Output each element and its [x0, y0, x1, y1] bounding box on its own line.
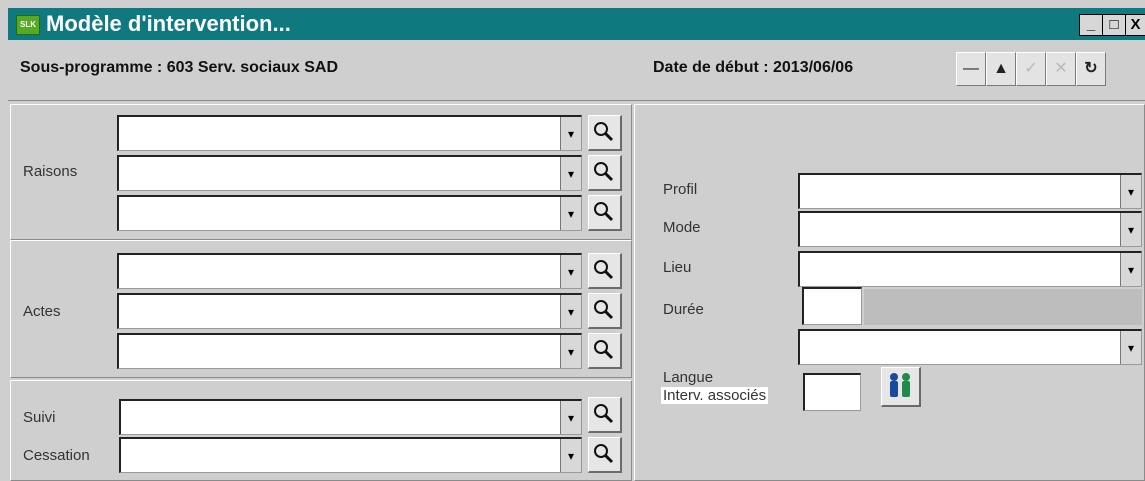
search-button[interactable] [588, 115, 622, 151]
move-up-button[interactable]: ▲ [986, 52, 1016, 86]
raisons-label: Raisons [23, 163, 78, 180]
app-icon: SLK [16, 15, 40, 35]
x-icon: ✕ [1054, 60, 1068, 77]
start-date-text: Date de début : 2013/06/06 [653, 59, 854, 76]
search-button[interactable] [588, 253, 622, 289]
dropdown-arrow-icon[interactable]: ▾ [560, 295, 581, 328]
raisons-panel: Raisons ▾ ▾ ▾ [10, 104, 632, 240]
interv-associes-label: Interv. associés [661, 387, 769, 404]
dropdown-arrow-icon[interactable]: ▾ [1120, 253, 1141, 286]
profil-label: Profil [663, 181, 698, 198]
header-strip: Sous-programme : 603 Serv. sociaux SAD D… [8, 40, 1145, 101]
langue-label: Langue [663, 369, 714, 386]
title-bar[interactable]: SLK Modèle d'intervention... _ □ X [8, 8, 1145, 40]
subprogram-text: Sous-programme : 603 Serv. sociaux SAD [20, 59, 339, 76]
interv-associes-button[interactable] [881, 367, 921, 407]
search-button[interactable] [588, 155, 622, 191]
search-button[interactable] [588, 293, 622, 329]
interv-associes-field[interactable] [803, 373, 861, 411]
dropdown-arrow-icon[interactable]: ▾ [560, 117, 581, 150]
refresh-icon: ↻ [1084, 60, 1098, 77]
dropdown-arrow-icon[interactable]: ▾ [560, 255, 581, 288]
details-panel: Profil Mode Lieu Durée Langue Interv. as… [634, 104, 1145, 481]
mode-label: Mode [663, 219, 701, 236]
duree-disabled-area [864, 289, 1142, 325]
actes-panel: Actes ▾ ▾ ▾ [10, 240, 632, 378]
suivi-combo[interactable]: ▾ [119, 399, 582, 435]
suivi-panel: Suivi Cessation ▾ ▾ [10, 380, 632, 481]
magnifier-icon [594, 122, 614, 142]
actes-combo-2[interactable]: ▾ [117, 293, 582, 329]
magnifier-icon [594, 404, 614, 424]
actes-combo-3[interactable]: ▾ [117, 333, 582, 369]
dropdown-arrow-icon[interactable]: ▾ [1120, 331, 1141, 364]
search-button[interactable] [588, 397, 622, 433]
magnifier-icon [594, 162, 614, 182]
search-button[interactable] [588, 437, 622, 473]
actes-label: Actes [23, 303, 61, 320]
actes-combo-1[interactable]: ▾ [117, 253, 582, 289]
close-button[interactable]: X [1125, 14, 1145, 36]
duree-label: Durée [663, 301, 704, 318]
search-button[interactable] [588, 195, 622, 231]
dropdown-arrow-icon[interactable]: ▾ [560, 439, 581, 472]
window-title: Modèle d'intervention... [46, 11, 291, 36]
lieu-combo[interactable]: ▾ [798, 251, 1142, 287]
magnifier-icon [594, 340, 614, 360]
lieu-label: Lieu [663, 259, 692, 276]
raisons-combo-2[interactable]: ▾ [117, 155, 582, 191]
people-icon [890, 373, 910, 397]
dropdown-arrow-icon[interactable]: ▾ [560, 335, 581, 368]
profil-combo[interactable]: ▾ [798, 173, 1142, 209]
check-icon: ✓ [1024, 60, 1038, 77]
search-button[interactable] [588, 333, 622, 369]
mode-combo[interactable]: ▾ [798, 211, 1142, 247]
raisons-combo-3[interactable]: ▾ [117, 195, 582, 231]
confirm-button[interactable]: ✓ [1016, 52, 1046, 86]
duree-field[interactable] [802, 287, 862, 325]
dropdown-arrow-icon[interactable]: ▾ [1120, 175, 1141, 208]
dropdown-arrow-icon[interactable]: ▾ [560, 197, 581, 230]
cessation-combo[interactable]: ▾ [119, 437, 582, 473]
dropdown-arrow-icon[interactable]: ▾ [560, 157, 581, 190]
refresh-button[interactable]: ↻ [1076, 52, 1106, 86]
window: SLK Modèle d'intervention... _ □ X Sous-… [0, 0, 1145, 481]
dropdown-arrow-icon[interactable]: ▾ [560, 401, 581, 434]
dropdown-arrow-icon[interactable]: ▾ [1120, 213, 1141, 246]
magnifier-icon [594, 260, 614, 280]
cancel-button[interactable]: ✕ [1046, 52, 1076, 86]
magnifier-icon [594, 300, 614, 320]
raisons-combo-1[interactable]: ▾ [117, 115, 582, 151]
suivi-label: Suivi [23, 409, 56, 426]
triangle-up-icon: ▲ [993, 60, 1009, 77]
langue-combo[interactable]: ▾ [798, 329, 1142, 365]
cessation-label: Cessation [23, 447, 90, 464]
minus-icon: — [963, 60, 979, 77]
maximize-button[interactable]: □ [1102, 14, 1126, 36]
magnifier-icon [594, 444, 614, 464]
magnifier-icon [594, 202, 614, 222]
remove-button[interactable]: — [956, 52, 986, 86]
minimize-button[interactable]: _ [1079, 14, 1103, 36]
